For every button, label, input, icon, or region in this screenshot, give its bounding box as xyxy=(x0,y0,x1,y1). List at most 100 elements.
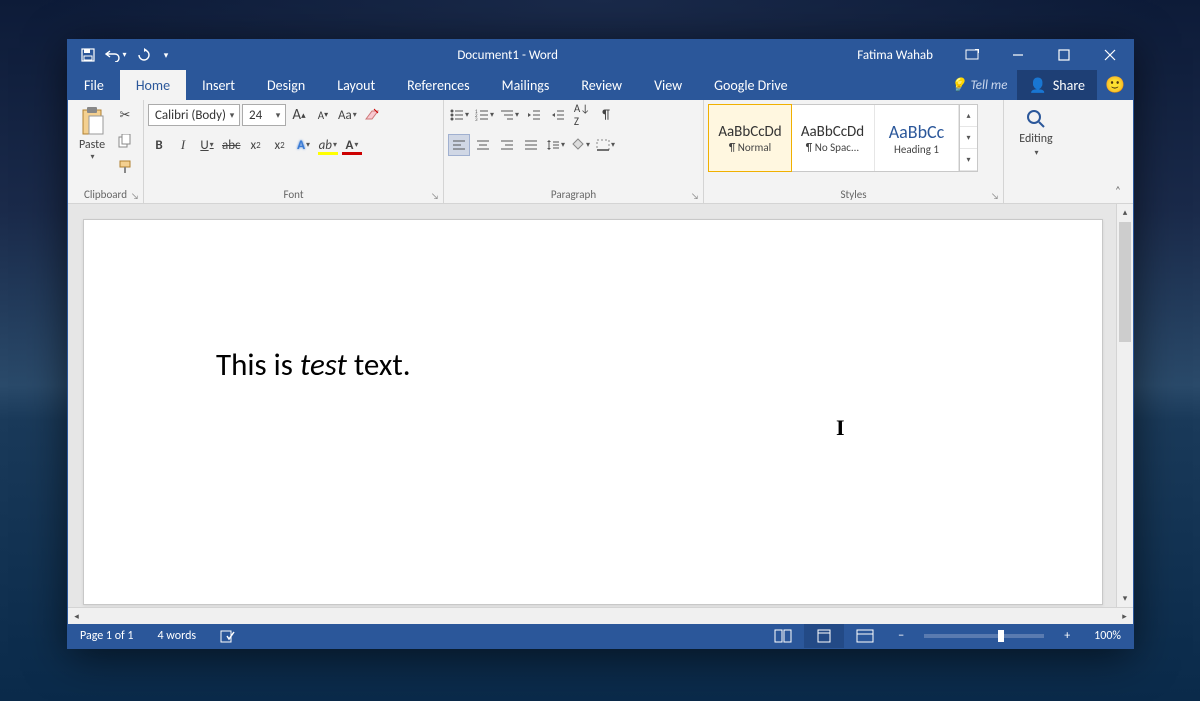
group-label-font: Font↘ xyxy=(144,186,443,204)
align-left-icon[interactable] xyxy=(448,134,470,156)
style-normal[interactable]: AaBbCcDd¶ Normal xyxy=(708,104,792,172)
highlight-color-icon[interactable]: ab▾ xyxy=(317,134,339,156)
superscript-button[interactable]: x2 xyxy=(269,134,291,156)
group-editing: Editing▾ xyxy=(1004,100,1068,204)
paste-button[interactable]: Paste▾ xyxy=(72,104,112,162)
editing-button[interactable]: Editing▾ xyxy=(1008,104,1064,162)
dialog-launcher-icon[interactable]: ↘ xyxy=(989,190,1001,202)
tab-mailings[interactable]: Mailings xyxy=(486,70,566,100)
horizontal-scrollbar[interactable]: ◂ ▸ xyxy=(68,607,1133,624)
smiley-feedback-icon[interactable]: 🙂 xyxy=(1097,75,1133,95)
shading-icon[interactable]: ▾ xyxy=(569,134,592,156)
scroll-right-icon[interactable]: ▸ xyxy=(1116,611,1133,622)
zoom-out-button[interactable]: − xyxy=(886,624,916,648)
tab-layout[interactable]: Layout xyxy=(321,70,391,100)
document-text[interactable]: This is test text. xyxy=(84,220,1102,384)
clear-formatting-icon[interactable] xyxy=(361,104,383,126)
ribbon-tabs: File Home Insert Design Layout Reference… xyxy=(68,70,1133,100)
group-label-clipboard: Clipboard↘ xyxy=(68,186,143,204)
document-page[interactable]: This is test text. I xyxy=(83,219,1103,605)
bold-button[interactable]: B xyxy=(148,134,170,156)
scroll-left-icon[interactable]: ◂ xyxy=(68,611,85,622)
status-bar: Page 1 of 1 4 words − + 100% xyxy=(68,624,1133,648)
font-name-combo[interactable]: Calibri (Body)▾ xyxy=(148,104,240,126)
scroll-down-icon[interactable]: ▾ xyxy=(1117,590,1133,607)
align-center-icon[interactable] xyxy=(472,134,494,156)
justify-icon[interactable] xyxy=(520,134,542,156)
numbering-icon[interactable]: 123▾ xyxy=(473,104,496,126)
scroll-up-icon[interactable]: ▴ xyxy=(1117,204,1133,221)
text-cursor-icon: I xyxy=(836,415,845,441)
word-window: ▾ ▾ Document1 - Word Fatima Wahab File H… xyxy=(68,40,1133,648)
undo-icon[interactable]: ▾ xyxy=(102,40,130,70)
user-name[interactable]: Fatima Wahab xyxy=(841,48,949,63)
zoom-slider[interactable] xyxy=(924,634,1044,638)
tell-me-search[interactable]: 💡Tell me xyxy=(940,78,1017,93)
style-no-spacing[interactable]: AaBbCcDd¶ No Spac... xyxy=(791,105,875,171)
bullets-icon[interactable]: ▾ xyxy=(448,104,471,126)
tab-view[interactable]: View xyxy=(638,70,698,100)
font-size-combo[interactable]: 24▾ xyxy=(242,104,286,126)
collapse-ribbon-icon[interactable]: ˄ xyxy=(1109,181,1127,199)
status-page[interactable]: Page 1 of 1 xyxy=(68,624,146,648)
zoom-in-button[interactable]: + xyxy=(1052,624,1082,648)
italic-button[interactable]: I xyxy=(172,134,194,156)
close-icon[interactable] xyxy=(1087,40,1133,70)
status-proofing-icon[interactable] xyxy=(208,624,248,648)
subscript-button[interactable]: x2 xyxy=(245,134,267,156)
save-icon[interactable] xyxy=(74,40,102,70)
share-icon: 👤 xyxy=(1029,77,1046,94)
repeat-icon[interactable] xyxy=(130,40,158,70)
status-word-count[interactable]: 4 words xyxy=(146,624,209,648)
lightbulb-icon: 💡 xyxy=(950,78,966,93)
line-spacing-icon[interactable]: ▾ xyxy=(544,134,567,156)
document-area: This is test text. I ▴ ▾ ◂ ▸ xyxy=(68,204,1133,624)
multilevel-list-icon[interactable]: ▾ xyxy=(498,104,521,126)
decrease-indent-icon[interactable] xyxy=(523,104,545,126)
tab-file[interactable]: File xyxy=(68,70,120,100)
styles-gallery-more[interactable]: ▴▾▾ xyxy=(959,105,977,171)
tab-home[interactable]: Home xyxy=(120,70,186,100)
tab-google-drive[interactable]: Google Drive xyxy=(698,70,803,100)
underline-button[interactable]: U▾ xyxy=(196,134,218,156)
quick-access-toolbar: ▾ ▾ xyxy=(68,40,174,70)
cut-icon[interactable]: ✂ xyxy=(114,104,136,126)
qat-customize-icon[interactable]: ▾ xyxy=(158,40,174,70)
clipboard-paste-icon xyxy=(79,106,105,136)
dialog-launcher-icon[interactable]: ↘ xyxy=(429,190,441,202)
zoom-level[interactable]: 100% xyxy=(1082,624,1133,648)
group-label-styles: Styles↘ xyxy=(704,186,1003,204)
scroll-thumb[interactable] xyxy=(1119,222,1131,342)
dialog-launcher-icon[interactable]: ↘ xyxy=(689,190,701,202)
dialog-launcher-icon[interactable]: ↘ xyxy=(129,190,141,202)
tab-insert[interactable]: Insert xyxy=(186,70,251,100)
grow-font-icon[interactable]: A▴ xyxy=(288,104,310,126)
copy-icon[interactable] xyxy=(114,130,136,152)
ribbon-display-icon[interactable] xyxy=(949,40,995,70)
vertical-scrollbar[interactable]: ▴ ▾ xyxy=(1116,204,1133,607)
format-painter-icon[interactable] xyxy=(114,156,136,178)
show-paragraph-marks-icon[interactable]: ¶ xyxy=(595,104,617,126)
font-color-icon[interactable]: A▾ xyxy=(341,134,363,156)
tab-review[interactable]: Review xyxy=(565,70,638,100)
read-mode-icon[interactable] xyxy=(762,624,804,648)
web-layout-icon[interactable] xyxy=(844,624,886,648)
increase-indent-icon[interactable] xyxy=(547,104,569,126)
minimize-icon[interactable] xyxy=(995,40,1041,70)
shrink-font-icon[interactable]: A▾ xyxy=(312,104,334,126)
find-icon xyxy=(1025,108,1047,130)
share-button[interactable]: 👤Share xyxy=(1017,70,1097,100)
align-right-icon[interactable] xyxy=(496,134,518,156)
tab-design[interactable]: Design xyxy=(251,70,321,100)
zoom-slider-handle[interactable] xyxy=(998,630,1004,642)
maximize-icon[interactable] xyxy=(1041,40,1087,70)
change-case-icon[interactable]: Aa▾ xyxy=(336,104,359,126)
strikethrough-button[interactable]: abc xyxy=(220,134,243,156)
sort-icon[interactable]: A↓Z xyxy=(571,104,593,126)
borders-icon[interactable]: ▾ xyxy=(594,134,617,156)
text-effects-icon[interactable]: A▾ xyxy=(293,134,315,156)
style-heading-1[interactable]: AaBbCcHeading 1 xyxy=(875,105,959,171)
window-title: Document1 - Word xyxy=(174,48,841,63)
print-layout-icon[interactable] xyxy=(804,624,844,648)
tab-references[interactable]: References xyxy=(391,70,485,100)
